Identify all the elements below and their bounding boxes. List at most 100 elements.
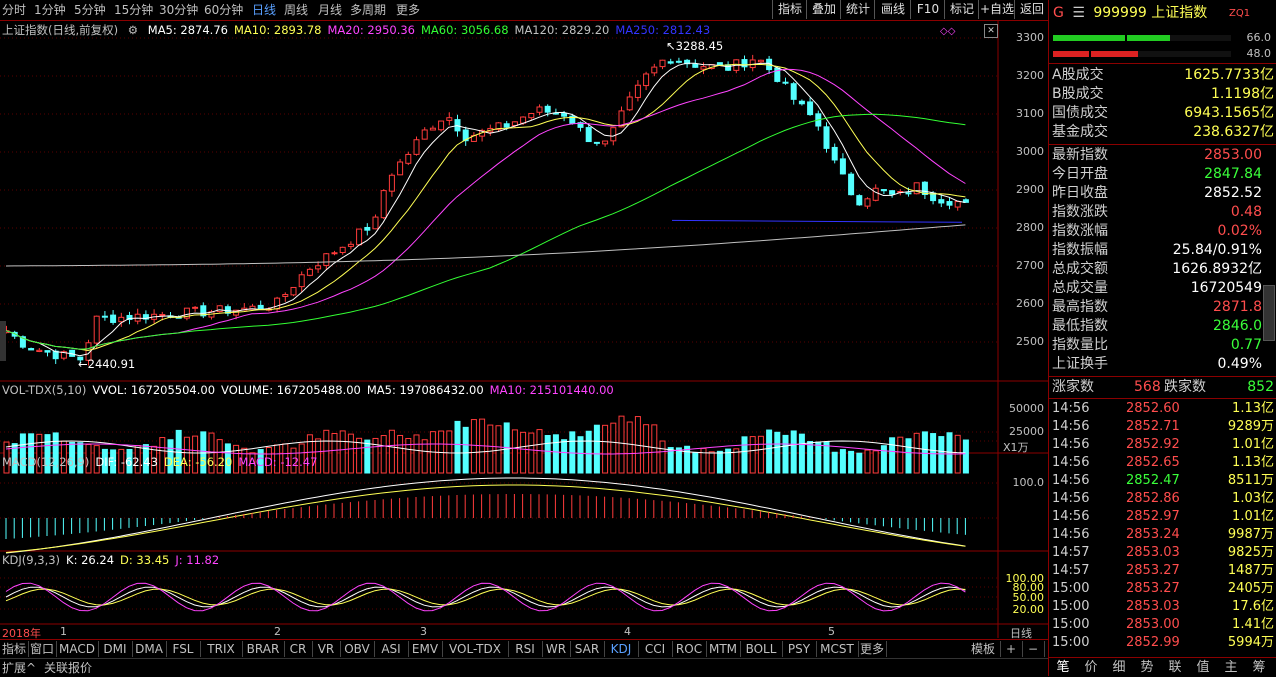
panel-tab-3[interactable]: 势 [1133, 659, 1161, 676]
quote-label: 上证换手 [1052, 356, 1108, 372]
candle-body [905, 192, 912, 195]
candle-body [380, 190, 387, 219]
indicator-tab-16[interactable]: SAR [570, 641, 605, 657]
indicator-tab-22[interactable]: PSY [782, 641, 817, 657]
candle-body [946, 201, 953, 206]
candle-body [938, 199, 945, 204]
indicator-tab-3[interactable]: DMI [98, 641, 133, 657]
volume-bar [716, 450, 723, 474]
toolbar-button-2[interactable]: 统计 [840, 0, 875, 19]
toolbar-button-4[interactable]: F10 [910, 0, 945, 19]
zoom-in-icon[interactable]: + [1000, 641, 1023, 657]
candle-body [692, 63, 699, 68]
tick-time: 14:57 [1052, 563, 1090, 578]
template-button[interactable]: 模板 [966, 641, 1001, 657]
indicator-tab-7[interactable]: BRAR [242, 641, 285, 657]
period-7[interactable]: 周线 [284, 2, 308, 18]
tick-row: 15:00 2853.03 17.6亿 [1052, 598, 1274, 616]
volume-bar [774, 431, 781, 474]
kline-chart-area[interactable]: 上证指数(日线,前复权) ⚙ MA5: 2874.76 MA10: 2893.78… [0, 21, 1048, 640]
indicator-tab-14[interactable]: RSI [508, 641, 543, 657]
period-6[interactable]: 日线 [252, 2, 276, 18]
candle-body [347, 243, 354, 247]
toolbar-button-3[interactable]: 画线 [874, 0, 911, 19]
panel-tab-4[interactable]: 联 [1161, 659, 1189, 676]
chart-close-icon[interactable]: ✕ [984, 24, 998, 38]
indicator-tab-5[interactable]: FSL [166, 641, 201, 657]
indicator-tab-13[interactable]: VOL-TDX [442, 641, 509, 657]
panel-tab-7[interactable]: 筹 [1245, 659, 1273, 676]
volume-bar [700, 447, 707, 474]
indicator-tab-10[interactable]: OBV [340, 641, 375, 657]
panel-scrollbar[interactable] [1263, 285, 1275, 341]
volume-bar [864, 449, 871, 474]
panel-tab-0[interactable]: 笔 [1049, 659, 1077, 676]
kdj.header-legend-0: KDJ(9,3,3) [2, 553, 61, 567]
panel-bottom-tabs: 笔价细势联值主筹 [1049, 657, 1276, 677]
indicator-tab-21[interactable]: BOLL [740, 641, 783, 657]
toolbar-button-6[interactable]: +自选 [978, 0, 1015, 19]
candle-body [315, 265, 322, 270]
period-8[interactable]: 月线 [318, 2, 342, 18]
main-chart-header: 上证指数(日线,前复权) ⚙ MA5: 2874.76 MA10: 2893.78… [2, 23, 722, 37]
period-5[interactable]: 60分钟 [204, 2, 243, 18]
indicator-tab-1[interactable]: 窗口 [28, 641, 57, 657]
expand-button[interactable]: 扩展^ [2, 660, 36, 676]
toolbar-button-5[interactable]: 标记 [944, 0, 979, 19]
period-3[interactable]: 15分钟 [114, 2, 153, 18]
period-0[interactable]: 分时 [2, 2, 26, 18]
toolbar-button-7[interactable]: 返回 [1014, 0, 1049, 19]
tick-price: 2853.03 [1126, 545, 1180, 560]
quote-value: 16720549 [1190, 280, 1262, 296]
panel-tab-5[interactable]: 值 [1189, 659, 1217, 676]
menu-icon[interactable]: ☰ [1072, 5, 1085, 21]
indicator-tab-2[interactable]: MACD [56, 641, 99, 657]
candle-body [643, 73, 650, 87]
related-quotes-button[interactable]: 关联报价 [44, 660, 92, 676]
panel-tab-2[interactable]: 细 [1105, 659, 1133, 676]
period-2[interactable]: 5分钟 [74, 2, 106, 18]
indicator-tab-18[interactable]: CCI [638, 641, 673, 657]
indicator-tab-0[interactable]: 指标 [0, 641, 29, 657]
indicator-tab-12[interactable]: EMV [408, 641, 443, 657]
price-tick: 2800 [1016, 221, 1044, 234]
quote-row: 最高指数 2871.8 [1052, 298, 1274, 317]
indicator-tab-9[interactable]: VR [312, 641, 341, 657]
indicator-tab-11[interactable]: ASI [374, 641, 409, 657]
tick-volume: 1487万 [1227, 563, 1274, 578]
candle-body [790, 83, 797, 100]
tick-time: 14:56 [1052, 491, 1090, 506]
tick-row: 15:00 2853.00 1.41亿 [1052, 616, 1274, 634]
indicator-tab-20[interactable]: MTM [706, 641, 741, 657]
tick-price: 2852.86 [1126, 491, 1180, 506]
period-4[interactable]: 30分钟 [159, 2, 198, 18]
candle-body [290, 286, 297, 296]
tick-price: 2853.27 [1126, 581, 1180, 596]
indicator-tab-15[interactable]: WR [542, 641, 571, 657]
indicator-tab-4[interactable]: DMA [132, 641, 167, 657]
period-10[interactable]: 更多 [396, 2, 420, 18]
period-9[interactable]: 多周期 [350, 2, 386, 18]
period-1[interactable]: 1分钟 [34, 2, 66, 18]
quote-row: 指数振幅 25.84/0.91% [1052, 241, 1274, 260]
indicator-tab-19[interactable]: ROC [672, 641, 707, 657]
panel-tab-6[interactable]: 主 [1217, 659, 1245, 676]
candle-body [848, 173, 855, 196]
zoom-out-icon[interactable]: − [1022, 641, 1045, 657]
settings-gear-icon[interactable]: ⚙ [128, 23, 138, 37]
indicator-tab-23[interactable]: MCST [816, 641, 859, 657]
toolbar-button-1[interactable]: 叠加 [806, 0, 841, 19]
panel-tab-1[interactable]: 价 [1077, 659, 1105, 676]
indicator-tab-8[interactable]: CR [284, 641, 313, 657]
volume-bar [962, 439, 969, 474]
indicator-tab-17[interactable]: KDJ [604, 641, 639, 657]
turnover-label: 国债成交 [1052, 105, 1108, 121]
chart-canvas[interactable] [0, 21, 1048, 638]
tick-price: 2853.03 [1126, 599, 1180, 614]
low-value: 2440.91 [87, 357, 136, 371]
candle-body [397, 161, 404, 176]
indicator-tab-6[interactable]: TRIX [200, 641, 243, 657]
indicator-tab-24[interactable]: 更多 [858, 641, 887, 657]
toolbar-button-0[interactable]: 指标 [772, 0, 807, 19]
turnover-row: 国债成交 6943.1565亿 [1052, 104, 1274, 123]
